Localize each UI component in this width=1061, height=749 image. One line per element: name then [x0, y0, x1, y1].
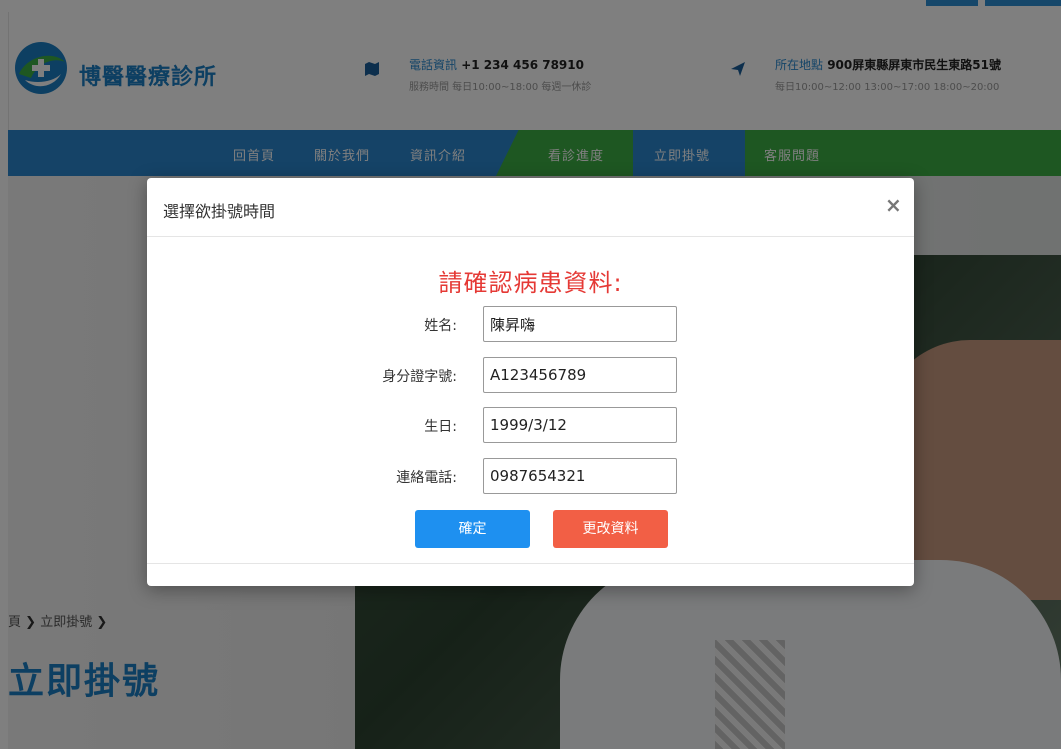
id-number-field[interactable] [483, 357, 677, 393]
modal-header: 選擇欲掛號時間 × [147, 178, 914, 237]
name-field[interactable] [483, 306, 677, 342]
phone-field[interactable] [483, 458, 677, 494]
confirm-patient-modal: 選擇欲掛號時間 × 請確認病患資料: 姓名: 身分證字號: 生日: 連絡電話: … [147, 178, 914, 586]
birthday-label: 生日: [424, 419, 457, 435]
close-icon[interactable]: × [885, 193, 902, 217]
form-row-id: 身分證字號: [147, 357, 914, 393]
phone-label: 連絡電話: [396, 470, 457, 486]
modal-title: 選擇欲掛號時間 [163, 202, 276, 221]
confirm-button[interactable]: 確定 [415, 510, 530, 548]
edit-info-button[interactable]: 更改資料 [553, 510, 668, 548]
birthday-field[interactable] [483, 407, 677, 443]
confirm-heading: 請確認病患資料: [438, 269, 623, 297]
modal-footer [147, 563, 914, 586]
name-label: 姓名: [424, 318, 457, 334]
form-row-phone: 連絡電話: [147, 458, 914, 494]
form-row-birthday: 生日: [147, 407, 914, 443]
form-row-name: 姓名: [147, 306, 914, 342]
id-number-label: 身分證字號: [382, 369, 457, 385]
page: 博醫醫療診所 電話資訊 +1 234 456 78910 服務時間 每日10:0… [0, 0, 1061, 749]
